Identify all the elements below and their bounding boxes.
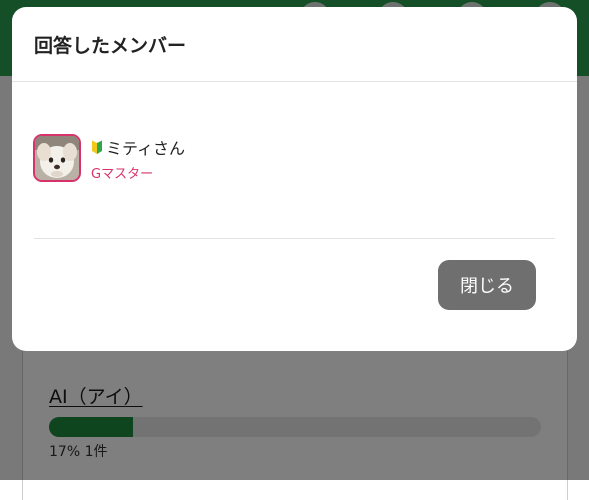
member-rank-badge: Gマスター	[91, 167, 154, 182]
modal-footer-divider	[34, 238, 555, 239]
member-list-item[interactable]: ミティさん Gマスター	[33, 134, 533, 186]
close-button[interactable]: 閉じる	[438, 260, 536, 310]
respondents-modal: 回答したメンバー ミティさん Gマスター 閉じる	[12, 7, 577, 351]
dog-photo-avatar	[35, 136, 79, 180]
member-name[interactable]: ミティさん	[106, 135, 185, 159]
member-avatar[interactable]	[33, 134, 81, 182]
modal-header-divider	[12, 81, 577, 82]
modal-title: 回答したメンバー	[34, 35, 187, 57]
beginner-mark-icon	[92, 140, 102, 154]
member-name-line: ミティさん	[91, 136, 185, 158]
